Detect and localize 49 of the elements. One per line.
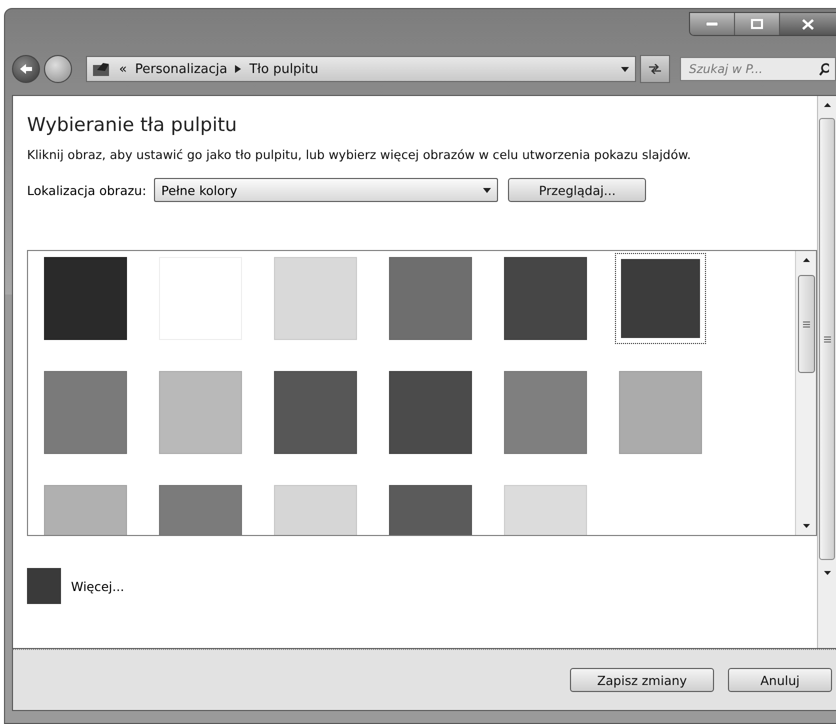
search-box[interactable]: Szukaj w P... [680, 57, 836, 81]
breadcrumb-item[interactable]: Tło pulpitu [249, 62, 318, 76]
page-heading: Wybieranie tła pulpitu [27, 114, 238, 136]
scrollbar[interactable] [817, 96, 836, 648]
search-field[interactable]: Szukaj w P... [687, 61, 815, 77]
scroll-down-icon[interactable] [824, 571, 830, 575]
location-dropdown[interactable]: Pełne kolory [154, 178, 498, 202]
scrollbar[interactable] [795, 251, 816, 535]
color-swatch[interactable] [504, 371, 587, 454]
forward-button[interactable] [44, 55, 72, 83]
color-swatch[interactable] [44, 257, 127, 340]
color-swatch[interactable] [274, 257, 357, 340]
color-swatch[interactable] [504, 257, 587, 340]
minimize-button[interactable] [690, 13, 735, 35]
breadcrumb-overflow[interactable]: « [119, 62, 127, 76]
back-button[interactable] [12, 55, 40, 83]
maximize-button[interactable] [735, 13, 780, 35]
scroll-down-icon[interactable] [802, 524, 810, 528]
save-button[interactable]: Zapisz zmiany [570, 668, 714, 692]
minimize-icon [706, 22, 718, 26]
color-swatch[interactable] [389, 371, 472, 454]
location-label: Lokalizacja obrazu: [27, 182, 146, 198]
color-swatch[interactable] [27, 568, 61, 604]
color-swatch[interactable] [159, 371, 242, 454]
back-arrow-icon [19, 63, 33, 75]
grip-icon [802, 320, 810, 328]
dropdown-arrow-icon[interactable] [621, 66, 629, 72]
refresh-button[interactable] [640, 55, 670, 83]
color-swatch[interactable] [619, 371, 702, 454]
more-link[interactable]: Więcej... [71, 578, 124, 594]
grip-icon [824, 336, 830, 342]
folder-icon [93, 62, 111, 76]
maximize-icon [751, 19, 763, 29]
scroll-up-icon[interactable] [802, 258, 810, 262]
breadcrumb-arrow-icon [235, 65, 242, 73]
color-swatch[interactable] [44, 371, 127, 454]
refresh-icon [648, 64, 662, 74]
close-button[interactable] [780, 13, 836, 35]
color-swatch[interactable] [274, 371, 357, 454]
color-swatch[interactable] [615, 253, 706, 344]
close-icon [802, 18, 814, 30]
scroll-up-icon[interactable] [824, 103, 830, 107]
cancel-button[interactable]: Anuluj [728, 668, 832, 692]
search-icon [818, 62, 829, 76]
browse-button[interactable]: Przeglądaj... [508, 178, 646, 202]
dropdown-arrow-icon [483, 188, 492, 192]
breadcrumb-item[interactable]: Personalizacja [134, 62, 228, 76]
color-swatch[interactable] [389, 257, 472, 340]
instruction-text: Kliknij obraz, aby ustawić go jako tło pulpitu, lub wybierz więcej obrazów w celu utworzenia pokazu slajdów. [27, 148, 692, 162]
